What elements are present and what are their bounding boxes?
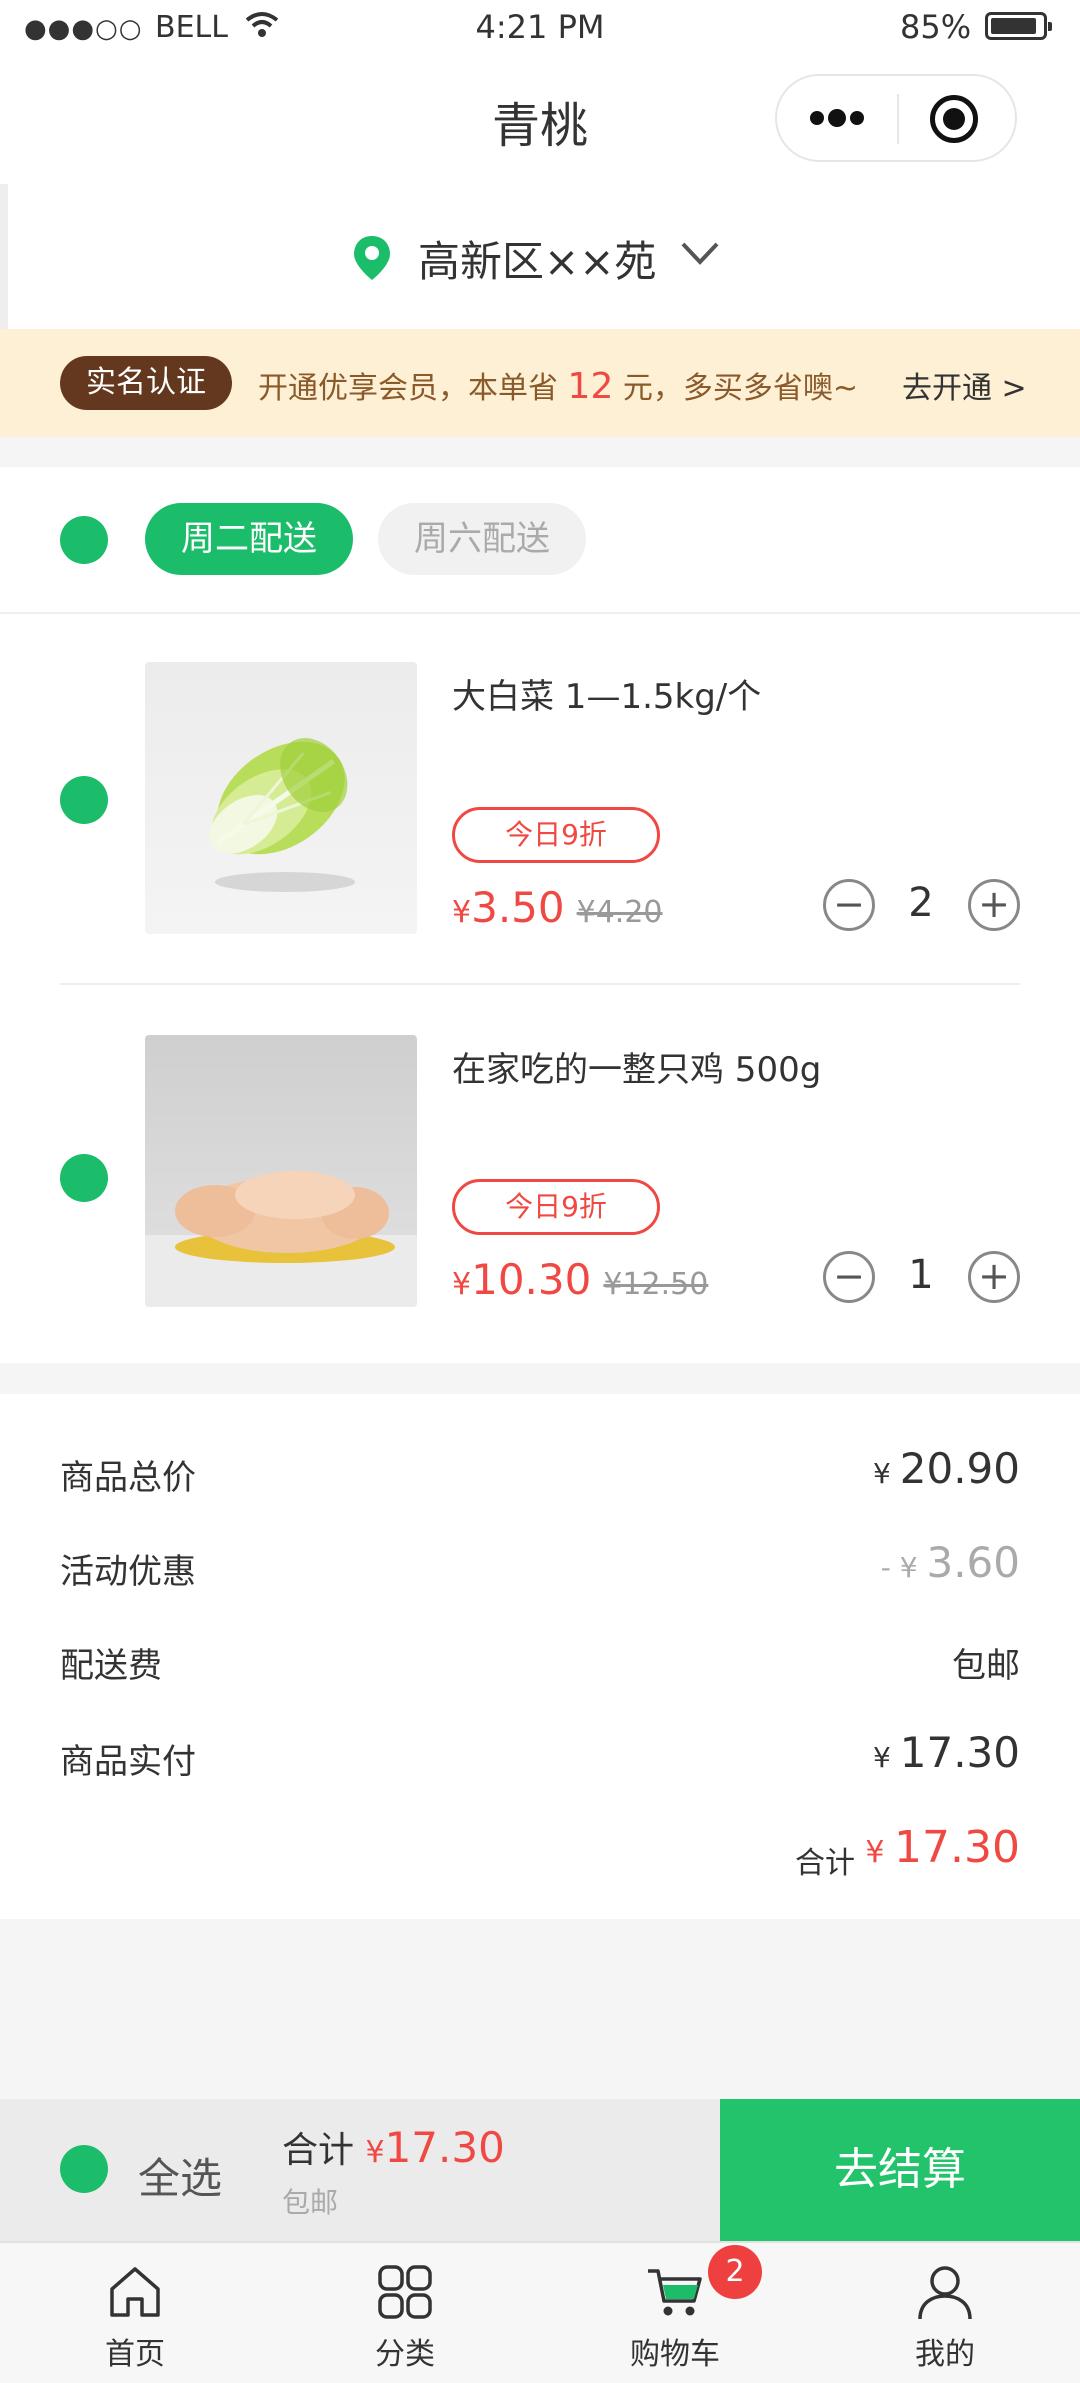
nav-bar: 青桃	[0, 54, 1080, 184]
verify-badge: 实名认证	[60, 356, 232, 410]
battery-icon	[985, 12, 1052, 40]
total-label: 合计	[795, 1846, 855, 1881]
summary-label-subtotal: 商品总价	[60, 1458, 196, 1498]
currency-symbol: ¥	[452, 1267, 472, 1302]
tab-tuesday-delivery[interactable]: 周二配送	[145, 503, 353, 575]
shipping-note: 包邮	[282, 2186, 339, 2219]
select-all-label[interactable]: 全选	[138, 2145, 222, 2206]
promo-badge: 今日9折	[452, 807, 660, 863]
item-name: 大白菜 1—1.5kg/个	[452, 677, 762, 717]
tab-cart[interactable]: 2 购物车	[540, 2243, 810, 2383]
order-summary: 商品总价 ¥ 20.90 活动优惠 - ¥ 3.60 配送费 包邮 商品实付 ¥…	[0, 1394, 1080, 1919]
tab-label: 分类	[375, 2337, 435, 2372]
summary-label-delivery: 配送费	[60, 1646, 162, 1686]
chicken-image	[145, 1171, 417, 1307]
original-price: ¥12.50	[603, 1267, 709, 1302]
membership-banner: 实名认证 开通优享会员，本单省 12 元，多买多省噢~ 去开通 >	[0, 329, 1080, 437]
close-target-icon[interactable]	[930, 95, 978, 143]
item-select-checkbox[interactable]	[60, 1154, 108, 1202]
original-price: ¥4.20	[576, 895, 663, 930]
user-icon	[918, 2266, 972, 2320]
battery-percent: 85%	[900, 8, 972, 46]
subtotal-amount: 20.90	[899, 1444, 1020, 1493]
saving-amount: 12	[567, 366, 614, 407]
promo-badge: 今日9折	[452, 1179, 660, 1235]
price-value: 3.50	[471, 883, 565, 932]
checkout-total: 合计 ¥17.30	[282, 2121, 505, 2173]
decrease-quantity-button[interactable]: −	[823, 1251, 875, 1303]
product-image-chicken[interactable]	[145, 1035, 417, 1307]
tab-bar: 首页 分类 2 购物车 我的	[0, 2241, 1080, 2383]
item-name: 在家吃的一整只鸡 500g	[452, 1050, 822, 1090]
currency-symbol: ¥	[873, 1457, 900, 1490]
checkout-total-amount: 17.30	[384, 2123, 505, 2172]
mini-program-capsule	[775, 74, 1017, 162]
currency-symbol: ¥	[865, 1835, 895, 1870]
price-value: 10.30	[471, 1255, 592, 1304]
open-membership-link[interactable]: 去开通 >	[902, 363, 1027, 407]
tab-category[interactable]: 分类	[270, 2243, 540, 2383]
more-icon[interactable]	[807, 96, 867, 140]
membership-message-suffix: 元，多买多省噢~	[622, 371, 859, 406]
currency-symbol: ¥	[365, 2135, 385, 2170]
item-select-checkbox[interactable]	[60, 776, 108, 824]
summary-label-paid: 商品实付	[60, 1742, 196, 1782]
total-value: ¥ 17.30	[865, 1822, 1020, 1873]
membership-message: 开通优享会员，本单省 12 元，多买多省噢~	[258, 363, 858, 407]
increase-quantity-button[interactable]: +	[968, 1251, 1020, 1303]
location-pin-icon	[354, 236, 390, 280]
quantity-value: 2	[908, 880, 934, 926]
select-all-checkbox[interactable]	[60, 2145, 108, 2193]
summary-value-delivery: 包邮	[952, 1646, 1020, 1686]
tab-home[interactable]: 首页	[0, 2243, 270, 2383]
item-price: ¥10.30 ¥12.50	[452, 1255, 708, 1304]
category-icon	[378, 2265, 432, 2319]
item-price: ¥3.50 ¥4.20	[452, 883, 663, 932]
tab-label: 首页	[105, 2337, 165, 2372]
cabbage-image	[209, 738, 355, 892]
summary-label-discount: 活动优惠	[60, 1552, 196, 1592]
decrease-quantity-button[interactable]: −	[823, 879, 875, 931]
tab-label: 我的	[915, 2337, 975, 2372]
tab-saturday-delivery[interactable]: 周六配送	[378, 503, 586, 575]
currency-symbol: - ¥	[880, 1551, 927, 1584]
address-text: 高新区××苑	[418, 237, 657, 286]
cart-card: 周二配送 周六配送 大白菜 1—1.5kg/个 今日9折 ¥3.50 ¥4.20 …	[0, 467, 1080, 1363]
total-amount: 17.30	[894, 1822, 1020, 1873]
currency-symbol: ¥	[873, 1741, 900, 1774]
paid-amount: 17.30	[899, 1728, 1020, 1777]
group-select-checkbox[interactable]	[60, 516, 108, 564]
capsule-divider	[897, 94, 899, 144]
checkout-bar: 全选 合计 ¥17.30 包邮 去结算	[0, 2099, 1080, 2241]
address-selector[interactable]: 高新区××苑	[0, 184, 1080, 329]
divider	[0, 612, 1080, 614]
increase-quantity-button[interactable]: +	[968, 879, 1020, 931]
checkout-total-label: 合计	[282, 2130, 355, 2171]
cart-badge: 2	[708, 2245, 762, 2299]
cart-icon	[648, 2269, 702, 2316]
tab-profile[interactable]: 我的	[810, 2243, 1080, 2383]
checkout-button[interactable]: 去结算	[720, 2099, 1080, 2241]
summary-value-discount: - ¥ 3.60	[881, 1538, 1020, 1587]
chevron-down-icon	[681, 242, 719, 265]
discount-amount: 3.60	[926, 1538, 1020, 1587]
currency-symbol: ¥	[452, 895, 472, 930]
summary-value-subtotal: ¥ 20.90	[873, 1444, 1020, 1493]
summary-value-paid: ¥ 17.30	[873, 1728, 1020, 1777]
divider	[60, 983, 1020, 985]
membership-message-prefix: 开通优享会员，本单省	[258, 371, 558, 406]
home-icon	[110, 2267, 160, 2317]
product-image-cabbage[interactable]	[145, 662, 417, 934]
status-bar: ●●●○○ BELL 4:21 PM 85%	[0, 0, 1080, 54]
quantity-value: 1	[908, 1252, 934, 1298]
divider	[0, 184, 8, 329]
tab-label: 购物车	[630, 2337, 720, 2372]
